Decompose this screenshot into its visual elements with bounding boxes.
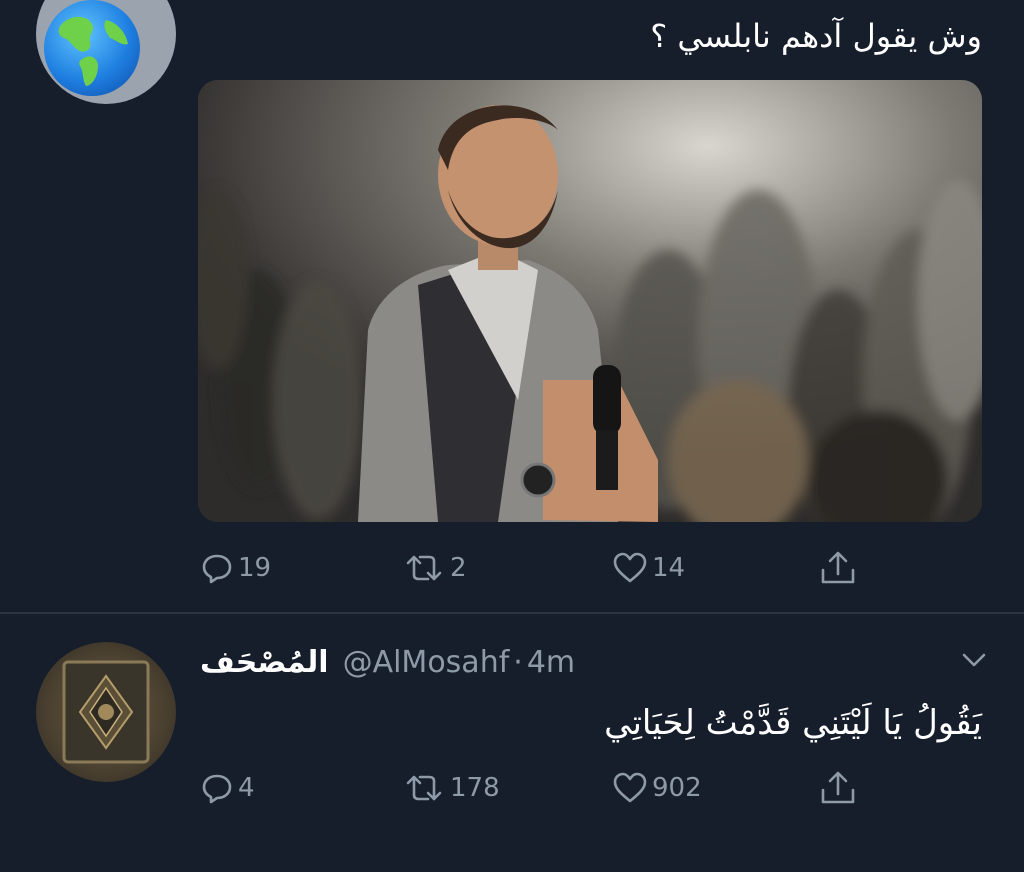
reply-icon	[200, 551, 234, 585]
share-icon	[818, 548, 858, 588]
like-button[interactable]: 902	[612, 768, 702, 808]
retweet-button[interactable]: 2	[402, 548, 467, 588]
chevron-down-icon	[960, 653, 988, 674]
quran-cover-icon	[62, 660, 150, 764]
share-button[interactable]	[818, 548, 858, 588]
timestamp[interactable]: 4m	[527, 645, 575, 680]
reply-count: 19	[238, 553, 272, 583]
retweet-count: 2	[450, 553, 467, 583]
heart-icon	[612, 551, 648, 585]
retweet-count: 178	[450, 773, 500, 803]
share-icon	[818, 768, 858, 808]
user-handle[interactable]: @AlMosahf	[343, 645, 510, 680]
retweet-icon	[402, 771, 446, 805]
tweet-text: وش يقول آدهم نابلسي ؟	[650, 17, 982, 55]
retweet-icon	[402, 551, 446, 585]
more-options-button[interactable]	[960, 650, 988, 674]
heart-icon	[612, 771, 648, 805]
retweet-button[interactable]: 178	[402, 768, 500, 808]
reply-button[interactable]: 19	[200, 548, 271, 588]
like-count: 902	[652, 773, 702, 803]
tweet-text: يَقُولُ يَا لَيْتَنِي قَدَّمْتُ لِحَيَات…	[604, 703, 982, 743]
tweet[interactable]: وش يقول آدهم نابلسي ؟ 19 2 14	[0, 0, 1024, 612]
like-button[interactable]: 14	[612, 548, 685, 588]
share-button[interactable]	[818, 768, 858, 808]
tweet-header: المُصْحَف @AlMosahf · 4m	[200, 638, 575, 686]
photo-speaker-on-stage	[198, 80, 982, 522]
reply-button[interactable]: 4	[200, 768, 255, 808]
display-name[interactable]: المُصْحَف	[200, 645, 329, 680]
separator-dot: ·	[513, 644, 523, 680]
reply-count: 4	[238, 773, 255, 803]
like-count: 14	[652, 553, 686, 583]
avatar[interactable]	[36, 0, 176, 104]
tweet[interactable]: المُصْحَف @AlMosahf · 4m يَقُولُ يَا لَي…	[0, 614, 1024, 872]
avatar[interactable]	[36, 642, 176, 782]
tweet-photo[interactable]	[198, 80, 982, 522]
reply-icon	[200, 771, 234, 805]
globe-icon	[44, 0, 140, 96]
